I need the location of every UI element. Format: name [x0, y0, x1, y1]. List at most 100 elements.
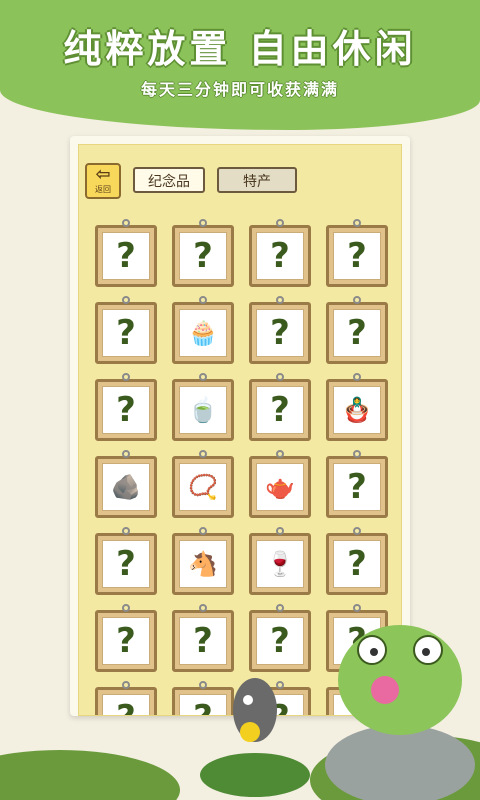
collection-slot[interactable]: ? [249, 604, 311, 672]
banner-title: 纯粹放置 自由休闲 [63, 27, 417, 71]
slot-frame: ? [333, 232, 381, 280]
slot-frame: ? [333, 309, 381, 357]
question-mark-icon: ? [270, 390, 290, 430]
collection-slot[interactable]: ? [95, 219, 157, 287]
grass-right [310, 735, 480, 800]
collection-slot[interactable]: ? [326, 681, 388, 715]
question-mark-icon: ? [347, 236, 367, 276]
collection-slot[interactable]: ? [249, 681, 311, 715]
question-mark-icon: ? [270, 313, 290, 353]
hanging-hook-icon [122, 450, 130, 458]
collection-slot[interactable]: ? [172, 681, 234, 715]
slot-frame: ? [102, 540, 150, 588]
collection-slot[interactable]: ? [95, 681, 157, 715]
question-mark-icon: ? [193, 621, 213, 661]
collection-slot[interactable]: ? [95, 604, 157, 672]
horse-figure-icon: 🐴 [188, 550, 218, 578]
question-mark-icon: ? [116, 236, 136, 276]
collection-slot[interactable]: 🫖 [249, 450, 311, 518]
collection-panel-inner: ⇦ 返回 纪念品 特产 ????? 🧁??? 🍵? 🪆 🪨 📿 🫖?? 🐴 🍷????????? [78, 144, 402, 716]
collection-panel: ⇦ 返回 纪念品 特产 ????? 🧁??? 🍵? 🪆 🪨 📿 🫖?? 🐴 🍷????????? [70, 136, 410, 716]
slot-frame: ? [333, 463, 381, 511]
collection-slot[interactable]: ? [249, 373, 311, 441]
slot-frame: ? [333, 617, 381, 665]
question-mark-icon: ? [116, 544, 136, 584]
hanging-hook-icon [122, 527, 130, 535]
slot-frame: ? [256, 309, 304, 357]
collection-slot[interactable]: ? [172, 604, 234, 672]
hanging-hook-icon [199, 296, 207, 304]
slot-frame: ? [102, 617, 150, 665]
question-mark-icon: ? [116, 313, 136, 353]
jade-goblet-icon: 🍷 [265, 550, 295, 578]
hanging-hook-icon [276, 527, 284, 535]
hanging-hook-icon [199, 373, 207, 381]
hanging-hook-icon [353, 527, 361, 535]
question-mark-icon: ? [116, 390, 136, 430]
collection-slot[interactable]: 📿 [172, 450, 234, 518]
collection-slot[interactable]: 🐴 [172, 527, 234, 595]
question-mark-icon: ? [347, 467, 367, 507]
hanging-hook-icon [353, 296, 361, 304]
matryoshka-doll-icon: 🪆 [342, 396, 372, 424]
slot-frame: 🍷 [256, 540, 304, 588]
collection-slot[interactable]: ? [326, 527, 388, 595]
collection-slot[interactable]: ? [326, 219, 388, 287]
collection-slot[interactable]: ? [326, 450, 388, 518]
collection-slot[interactable]: ? [326, 296, 388, 364]
tab-specialties[interactable]: 特产 [217, 167, 297, 193]
slot-frame: 🧁 [179, 309, 227, 357]
slot-frame: ? [256, 232, 304, 280]
slot-frame: ? [102, 309, 150, 357]
slot-frame: 🫖 [256, 463, 304, 511]
slot-frame: 🐴 [179, 540, 227, 588]
collection-slot[interactable]: ? [95, 296, 157, 364]
collection-slot[interactable]: ? [95, 373, 157, 441]
collection-slot[interactable]: 🪨 [95, 450, 157, 518]
collection-slot[interactable]: ? [249, 296, 311, 364]
hanging-hook-icon [199, 219, 207, 227]
collection-slot[interactable]: 🍷 [249, 527, 311, 595]
question-mark-icon: ? [180, 695, 226, 715]
question-mark-icon: ? [116, 621, 136, 661]
collection-slot[interactable]: 🪆 [326, 373, 388, 441]
question-mark-icon: ? [103, 695, 149, 715]
hanging-hook-icon [122, 219, 130, 227]
collection-slot[interactable]: 🍵 [172, 373, 234, 441]
iron-kettle-icon: 🫖 [265, 473, 295, 501]
slot-frame: ? [256, 694, 304, 715]
collection-slot[interactable]: ? [326, 604, 388, 672]
hanging-hook-icon [353, 604, 361, 612]
hanging-hook-icon [276, 604, 284, 612]
cake-figure-icon: 🧁 [188, 319, 218, 347]
grass-left [0, 750, 180, 800]
collection-slot[interactable]: ? [249, 219, 311, 287]
slot-frame: ? [179, 617, 227, 665]
tab-souvenirs[interactable]: 纪念品 [133, 167, 205, 193]
hanging-hook-icon [276, 681, 284, 689]
slot-frame: ? [102, 694, 150, 715]
rock [325, 725, 475, 800]
collection-slot[interactable]: ? [172, 219, 234, 287]
slot-frame: 🪨 [102, 463, 150, 511]
hanging-hook-icon [199, 527, 207, 535]
collection-slot[interactable]: 🧁 [172, 296, 234, 364]
slot-frame: 🍵 [179, 386, 227, 434]
hanging-hook-icon [353, 450, 361, 458]
prayer-beads-icon: 📿 [188, 473, 218, 501]
back-arrow-icon: ⇦ [95, 164, 111, 185]
hanging-hook-icon [276, 296, 284, 304]
question-mark-icon: ? [257, 695, 303, 715]
hanging-hook-icon [122, 604, 130, 612]
hanging-hook-icon [276, 219, 284, 227]
hanging-hook-icon [276, 450, 284, 458]
question-mark-icon: ? [347, 313, 367, 353]
question-mark-icon: ? [347, 621, 367, 661]
back-button-label: 返回 [95, 185, 111, 194]
slot-frame: ? [179, 232, 227, 280]
collection-slot[interactable]: ? [95, 527, 157, 595]
slot-frame: ? [333, 540, 381, 588]
hanging-hook-icon [122, 296, 130, 304]
slot-frame: ? [256, 617, 304, 665]
back-button[interactable]: ⇦ 返回 [85, 163, 121, 199]
